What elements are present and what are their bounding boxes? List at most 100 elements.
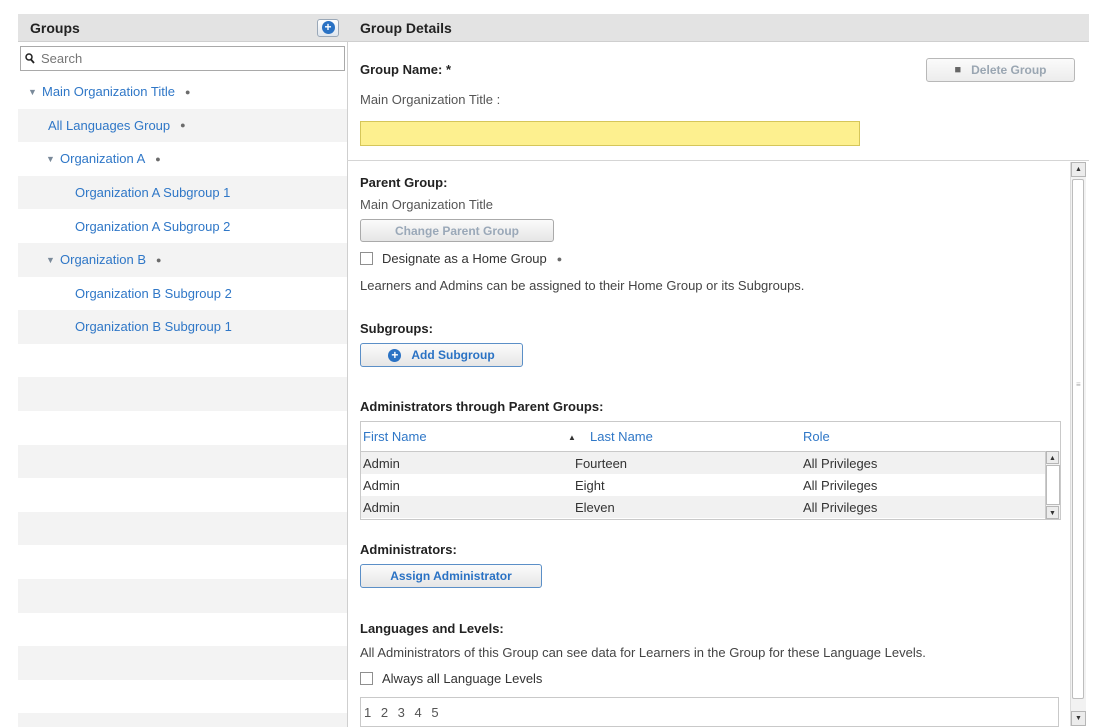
group-name-section: Group Name: * Main Organization Title : …: [347, 42, 1089, 161]
tree-item-label: Organization B Subgroup 2: [75, 285, 232, 301]
assign-administrator-label: Assign Administrator: [390, 569, 512, 583]
lock-icon: ●: [556, 253, 563, 264]
column-last-name[interactable]: ▲ Last Name: [568, 429, 803, 444]
table-row[interactable]: Admin Eight All Privileges: [361, 474, 1060, 496]
tree-item-label: Organization B Subgroup 1: [75, 319, 232, 335]
always-all-levels-label: Always all Language Levels: [382, 671, 543, 686]
tree-item-label: Main Organization Title: [42, 84, 175, 100]
table-row[interactable]: Admin Eleven All Privileges: [361, 496, 1060, 518]
subgroups-label: Subgroups:: [360, 321, 433, 336]
table-row[interactable]: Admin Fourteen All Privileges: [361, 452, 1060, 474]
groups-title: Groups: [30, 19, 80, 36]
lock-icon: ●: [180, 120, 186, 131]
column-role[interactable]: Role: [803, 429, 1033, 444]
column-first-name[interactable]: First Name: [361, 429, 575, 444]
sort-asc-icon: ▲: [568, 433, 576, 442]
tree-item-label: Organization A: [60, 151, 146, 167]
grip-icon: ≡: [1076, 380, 1081, 389]
search-input[interactable]: [35, 50, 323, 67]
tree-item[interactable]: Organization B Subgroup 2: [18, 276, 347, 311]
lock-icon: ●: [155, 153, 161, 164]
group-name-input[interactable]: [360, 121, 860, 146]
languages-note: All Administrators of this Group can see…: [360, 645, 926, 660]
add-group-button[interactable]: +: [317, 18, 339, 37]
empty-tree-row: [18, 410, 347, 445]
add-subgroup-label: Add Subgroup: [411, 348, 495, 362]
tree-item[interactable]: Organization B Subgroup 1: [18, 310, 347, 344]
details-header: Group Details: [347, 14, 1089, 42]
parent-admins-label: Administrators through Parent Groups:: [360, 399, 604, 414]
table-cell: All Privileges: [803, 499, 878, 515]
always-all-levels-checkbox[interactable]: [360, 672, 373, 685]
empty-tree-row: [18, 679, 347, 714]
expand-caret-icon[interactable]: ▼: [46, 154, 60, 164]
details-scrollbar[interactable]: ▲ ≡ ▼: [1070, 162, 1086, 726]
assign-administrator-button[interactable]: Assign Administrator: [360, 564, 542, 588]
scroll-down-arrow-icon[interactable]: ▼: [1071, 711, 1086, 726]
delete-group-button[interactable]: ■ Delete Group: [926, 58, 1075, 82]
grid-body: Admin Fourteen All Privileges Admin Eight All…: [361, 452, 1060, 518]
add-subgroup-button[interactable]: + Add Subgroup: [360, 343, 523, 367]
empty-tree-row: [18, 713, 347, 727]
table-cell: Admin: [363, 477, 400, 493]
change-parent-group-button[interactable]: Change Parent Group: [360, 219, 554, 242]
search-box[interactable]: [20, 46, 345, 71]
levels-text: 1 2 3 4 5: [364, 704, 442, 720]
expand-caret-icon[interactable]: ▼: [28, 87, 42, 97]
empty-tree-row: [18, 646, 347, 680]
home-group-checkbox[interactable]: [360, 252, 373, 265]
tree-item[interactable]: ▼ Organization B ●: [18, 242, 347, 277]
table-cell: Fourteen: [575, 455, 628, 471]
group-name-label: Group Name: *: [360, 62, 452, 77]
table-cell: Eight: [575, 477, 605, 493]
groups-header: Groups +: [18, 14, 347, 42]
grid-scroll-thumb[interactable]: [1046, 465, 1060, 505]
grid-scrollbar[interactable]: ▲ ▼: [1045, 451, 1060, 519]
table-cell: All Privileges: [803, 455, 878, 471]
group-tree: ▼ Main Organization Title ● All Languages G…: [18, 75, 347, 727]
expand-caret-icon[interactable]: ▼: [46, 255, 60, 265]
table-cell: Admin: [363, 455, 400, 471]
empty-tree-row: [18, 612, 347, 647]
scroll-up-arrow-icon[interactable]: ▲: [1046, 451, 1059, 464]
plus-circle-icon: +: [388, 348, 402, 362]
scroll-up-arrow-icon[interactable]: ▲: [1071, 162, 1086, 177]
empty-tree-row: [18, 545, 347, 579]
change-parent-group-label: Change Parent Group: [394, 223, 519, 238]
tree-item[interactable]: ▼ Main Organization Title ●: [18, 75, 347, 109]
plus-circle-icon: +: [321, 21, 335, 34]
delete-group-label: Delete Group: [971, 63, 1047, 77]
language-levels-list[interactable]: 1 2 3 4 5: [360, 697, 1059, 727]
scroll-thumb[interactable]: ≡: [1072, 179, 1084, 699]
parent-group-label: Parent Group:: [360, 175, 448, 190]
table-cell: All Privileges: [803, 477, 878, 493]
empty-tree-row: [18, 511, 347, 546]
administrators-label: Administrators:: [360, 542, 457, 557]
languages-label: Languages and Levels:: [360, 621, 504, 636]
home-group-label: Designate as a Home Group: [382, 251, 547, 266]
empty-tree-row: [18, 578, 347, 613]
empty-tree-row: [18, 377, 347, 411]
table-cell: Admin: [363, 499, 400, 515]
parent-group-value: Main Organization Title: [360, 197, 493, 212]
group-details-panel: Group Details Group Name: * Main Organiz…: [347, 14, 1089, 727]
tree-item[interactable]: Organization A Subgroup 1: [18, 175, 347, 210]
tree-item-label: Organization A Subgroup 2: [75, 218, 231, 234]
scroll-down-arrow-icon[interactable]: ▼: [1046, 506, 1059, 519]
details-scroll-area: Parent Group: Main Organization Title Ch…: [347, 161, 1089, 727]
details-title: Group Details: [360, 19, 452, 36]
tree-item[interactable]: Organization A Subgroup 2: [18, 209, 347, 243]
empty-tree-row: [18, 343, 347, 378]
tree-item-label: All Languages Group: [48, 117, 171, 133]
lock-icon: ●: [156, 254, 162, 265]
tree-item-label: Organization B: [60, 252, 146, 268]
groups-panel: Groups + ▼Main Organization Title●All La…: [18, 14, 348, 727]
column-last-name-label: Last Name: [590, 429, 653, 444]
parent-admins-grid: First Name ▲ Last Name Role Admin Fourtee…: [360, 421, 1061, 520]
group-name-parent-path: Main Organization Title :: [360, 92, 501, 107]
grid-header: First Name ▲ Last Name Role: [361, 422, 1060, 452]
search-icon: [25, 53, 35, 64]
tree-item[interactable]: All Languages Group ●: [18, 108, 347, 143]
tree-item-label: Organization A Subgroup 1: [75, 185, 231, 201]
tree-item[interactable]: ▼ Organization A ●: [18, 142, 347, 176]
